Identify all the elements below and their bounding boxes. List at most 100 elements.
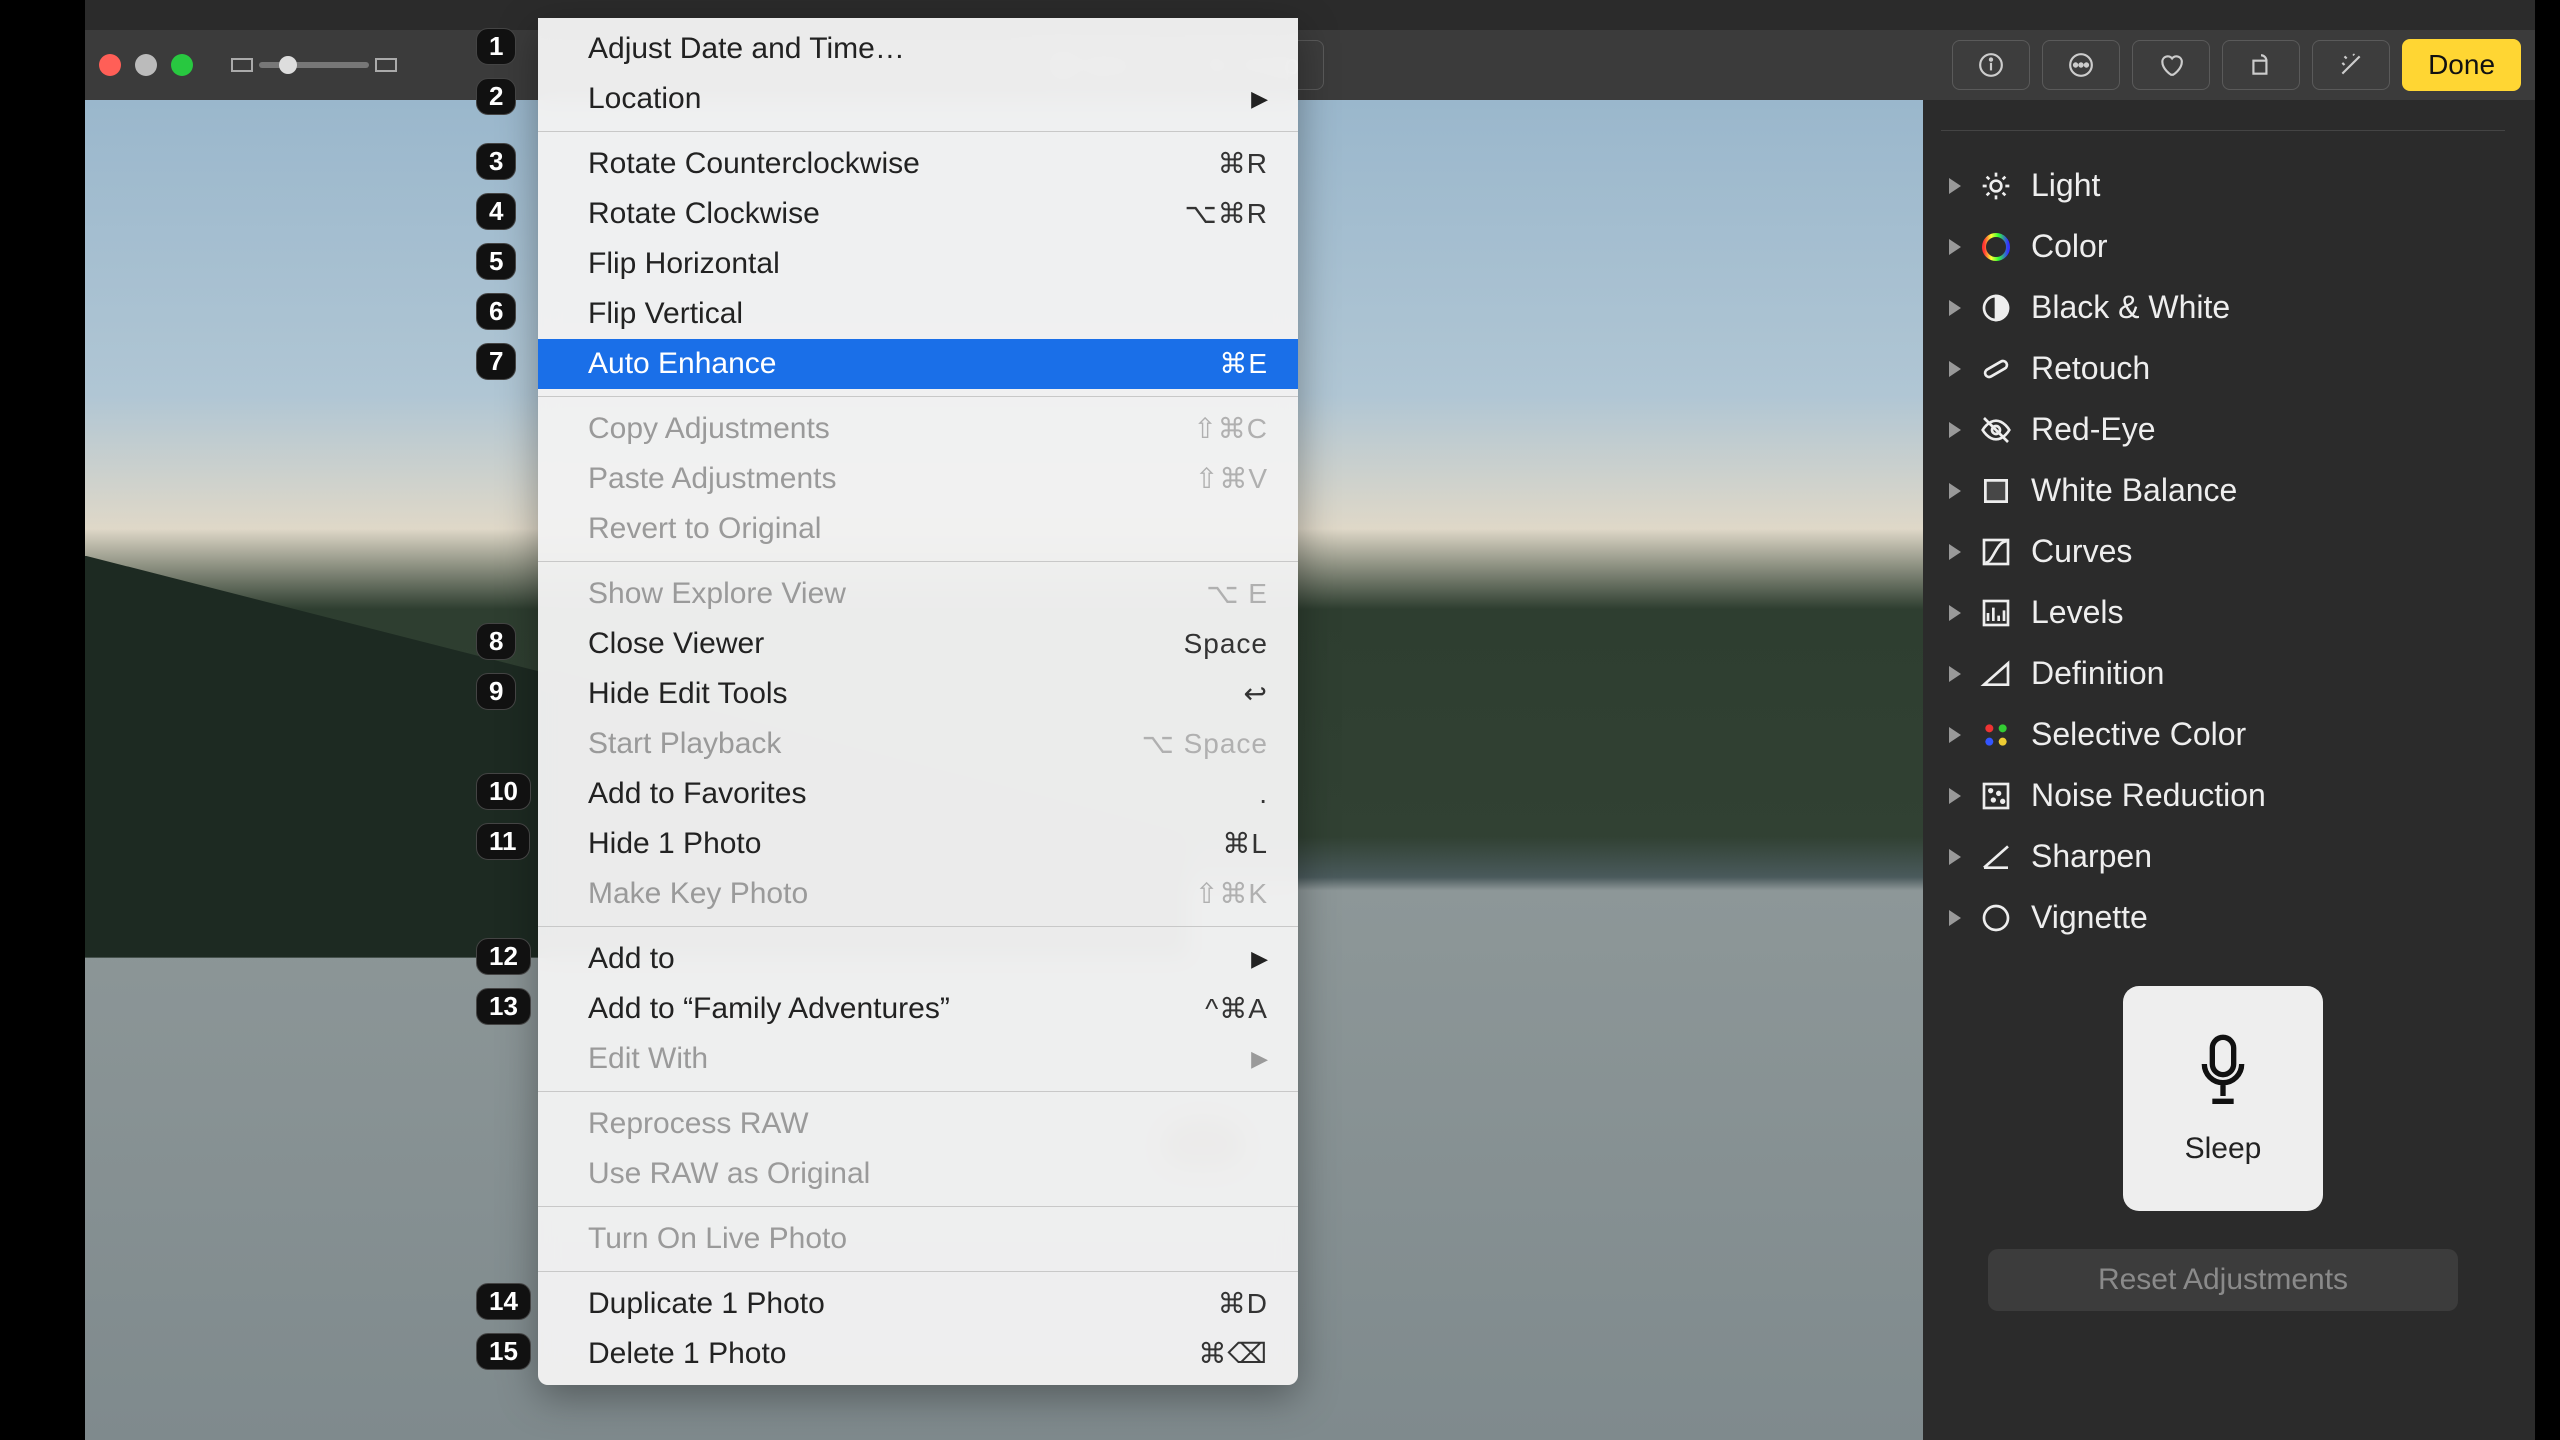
menu-item-shortcut: ⇧⌘V <box>1195 458 1268 500</box>
menu-item-start-playback: Start Playback⌥ Space <box>538 719 1298 769</box>
favorite-button[interactable] <box>2132 40 2210 90</box>
adjustment-red-eye[interactable]: Red-Eye <box>1941 399 2505 460</box>
menu-item-label: Close Viewer <box>588 623 1184 665</box>
zoom-slider[interactable] <box>231 58 397 72</box>
adjustment-white-balance[interactable]: White Balance <box>1941 460 2505 521</box>
menu-item-label: Auto Enhance <box>588 343 1219 385</box>
info-button[interactable] <box>1952 40 2030 90</box>
menu-item-label: Show Explore View <box>588 573 1206 615</box>
menu-item-flip-horizontal[interactable]: Flip Horizontal <box>538 239 1298 289</box>
menu-item-add-to-family-adventures[interactable]: Add to “Family Adventures”^⌘A <box>538 984 1298 1034</box>
close-window-button[interactable] <box>99 54 121 76</box>
menu-item-revert-to-original: Revert to Original <box>538 504 1298 554</box>
submenu-arrow-icon: ▶ <box>1251 1038 1268 1080</box>
menu-item-delete-1-photo[interactable]: Delete 1 Photo⌘⌫ <box>538 1329 1298 1379</box>
window-titlebar: ters Crop Done <box>85 30 2535 100</box>
more-button[interactable] <box>2042 40 2120 90</box>
reset-adjustments-button[interactable]: Reset Adjustments <box>1988 1249 2458 1311</box>
menu-item-rotate-counterclockwise[interactable]: Rotate Counterclockwise⌘R <box>538 139 1298 189</box>
adjustment-selective-color[interactable]: Selective Color <box>1941 704 2505 765</box>
rotate-button[interactable] <box>2222 40 2300 90</box>
menu-item-shortcut: ⌥ E <box>1206 573 1268 615</box>
fullscreen-window-button[interactable] <box>171 54 193 76</box>
disclosure-triangle-icon <box>1949 788 1961 804</box>
levels-icon <box>1979 596 2013 630</box>
ring-icon <box>1979 230 2013 264</box>
annotation-tag: 4 <box>476 193 516 230</box>
menu-item-shortcut: ⌘E <box>1219 343 1268 385</box>
menu-item-shortcut: ⌥⌘R <box>1185 193 1269 235</box>
noise-icon <box>1979 779 2013 813</box>
disclosure-triangle-icon <box>1949 239 1961 255</box>
annotation-tag: 3 <box>476 143 516 180</box>
menu-item-hide-edit-tools[interactable]: Hide Edit Tools↩ <box>538 669 1298 719</box>
disclosure-triangle-icon <box>1949 727 1961 743</box>
menu-item-auto-enhance[interactable]: Auto Enhance⌘E <box>538 339 1298 389</box>
tri-icon <box>1979 657 2013 691</box>
menu-item-label: Rotate Counterclockwise <box>588 143 1218 185</box>
adjustment-definition[interactable]: Definition <box>1941 643 2505 704</box>
menu-item-make-key-photo: Make Key Photo⇧⌘K <box>538 869 1298 919</box>
adjustment-curves[interactable]: Curves <box>1941 521 2505 582</box>
menu-item-label: Copy Adjustments <box>588 408 1193 450</box>
adjustment-black-white[interactable]: Black & White <box>1941 277 2505 338</box>
adjustment-sharpen[interactable]: Sharpen <box>1941 826 2505 887</box>
menu-item-hide-1-photo[interactable]: Hide 1 Photo⌘L <box>538 819 1298 869</box>
adjustment-light[interactable]: Light <box>1941 155 2505 216</box>
sun-icon <box>1979 169 2013 203</box>
adjustment-label: Curves <box>2031 533 2132 570</box>
menu-item-label: Flip Vertical <box>588 293 1268 335</box>
annotation-tag: 12 <box>476 938 531 975</box>
menu-item-shortcut: ^⌘A <box>1205 988 1268 1030</box>
disclosure-triangle-icon <box>1949 483 1961 499</box>
annotation-tag: 13 <box>476 988 531 1025</box>
annotation-tag: 14 <box>476 1283 531 1320</box>
menu-item-label: Start Playback <box>588 723 1142 765</box>
menu-item-shortcut: ↩ <box>1244 673 1268 715</box>
adjustment-label: White Balance <box>2031 472 2237 509</box>
menu-item-duplicate-1-photo[interactable]: Duplicate 1 Photo⌘D <box>538 1279 1298 1329</box>
enhance-button[interactable] <box>2312 40 2390 90</box>
adjustments-sidebar: Light Color Black & White Retouch Red-Ey… <box>1923 100 2535 1440</box>
adjustment-label: Color <box>2031 228 2107 265</box>
menu-item-label: Edit With <box>588 1038 1251 1080</box>
menu-item-label: Location <box>588 78 1251 120</box>
menu-item-flip-vertical[interactable]: Flip Vertical <box>538 289 1298 339</box>
menu-item-label: Revert to Original <box>588 508 1268 550</box>
adjustment-label: Definition <box>2031 655 2164 692</box>
menu-item-add-to-favorites[interactable]: Add to Favorites. <box>538 769 1298 819</box>
dots-icon <box>1979 718 2013 752</box>
circle-icon <box>1979 901 2013 935</box>
adjustment-label: Sharpen <box>2031 838 2152 875</box>
adjustment-retouch[interactable]: Retouch <box>1941 338 2505 399</box>
annotation-tag: 5 <box>476 243 516 280</box>
adjustment-label: Selective Color <box>2031 716 2246 753</box>
menu-item-label: Paste Adjustments <box>588 458 1195 500</box>
menu-item-label: Add to <box>588 938 1251 980</box>
disclosure-triangle-icon <box>1949 361 1961 377</box>
siri-card[interactable]: Sleep <box>2123 986 2323 1211</box>
submenu-arrow-icon: ▶ <box>1251 938 1268 980</box>
menu-item-location[interactable]: Location▶ <box>538 74 1298 124</box>
adjustment-label: Vignette <box>2031 899 2148 936</box>
minimize-window-button[interactable] <box>135 54 157 76</box>
menu-item-adjust-date-and-time[interactable]: Adjust Date and Time… <box>538 24 1298 74</box>
adjustment-levels[interactable]: Levels <box>1941 582 2505 643</box>
menu-item-copy-adjustments: Copy Adjustments⇧⌘C <box>538 404 1298 454</box>
disclosure-triangle-icon <box>1949 300 1961 316</box>
menu-item-rotate-clockwise[interactable]: Rotate Clockwise⌥⌘R <box>538 189 1298 239</box>
menu-item-label: Hide 1 Photo <box>588 823 1222 865</box>
sharpen-icon <box>1979 840 2013 874</box>
done-button[interactable]: Done <box>2402 39 2521 91</box>
menu-item-add-to[interactable]: Add to▶ <box>538 934 1298 984</box>
bandaid-icon <box>1979 352 2013 386</box>
disclosure-triangle-icon <box>1949 178 1961 194</box>
adjustment-vignette[interactable]: Vignette <box>1941 887 2505 948</box>
disclosure-triangle-icon <box>1949 849 1961 865</box>
annotation-tag: 11 <box>476 823 530 860</box>
menu-item-close-viewer[interactable]: Close ViewerSpace <box>538 619 1298 669</box>
adjustment-color[interactable]: Color <box>1941 216 2505 277</box>
adjustment-label: Black & White <box>2031 289 2230 326</box>
menu-item-show-explore-view: Show Explore View⌥ E <box>538 569 1298 619</box>
adjustment-noise-reduction[interactable]: Noise Reduction <box>1941 765 2505 826</box>
